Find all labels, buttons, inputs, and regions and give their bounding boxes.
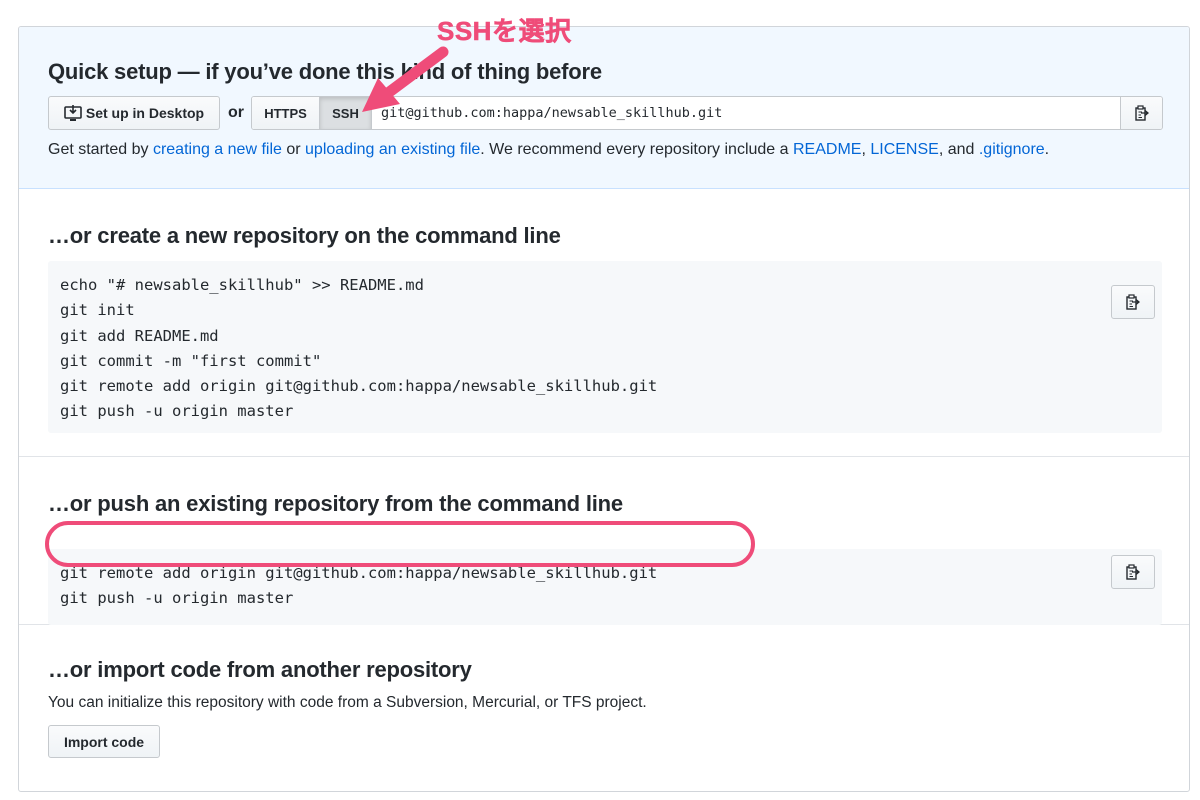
quick-setup-section: Quick setup — if you’ve done this kind o… [19,27,1189,189]
or-text: or [228,104,244,121]
get-started-text: Get started by creating a new file or up… [48,141,1049,159]
copy-push-commands-button[interactable] [1111,555,1155,589]
code-line: git commit -m "first commit" [60,351,322,370]
license-link[interactable]: LICENSE [870,141,938,158]
readme-link[interactable]: README [793,141,861,158]
get-started-prefix: Get started by [48,141,153,158]
get-started-or: or [281,141,306,158]
import-code-button[interactable]: Import code [48,725,160,758]
push-repo-title: …or push an existing repository from the… [48,491,623,516]
clipboard-icon [1126,564,1140,580]
clone-url-input[interactable]: git@github.com:happa/newsable_skillhub.g… [372,97,1120,129]
code-line: git remote add origin git@github.com:hap… [60,377,658,396]
get-started-and: , and [938,141,979,158]
code-line: echo "# newsable_skillhub" >> README.md [60,276,424,294]
get-started-recommend: . We recommend every repository include … [480,141,793,158]
create-repo-title: …or create a new repository on the comma… [48,223,561,248]
copy-url-button[interactable] [1120,97,1162,129]
annotation-arrow-icon [362,46,449,112]
https-tab[interactable]: HTTPS [252,97,320,129]
import-description: You can initialize this repository with … [48,694,647,711]
desktop-download-icon [64,105,82,121]
import-title: …or import code from another repository [48,657,472,682]
code-line: git add README.md [60,326,219,345]
get-started-period: . [1044,141,1050,158]
setup-in-desktop-button[interactable]: Set up in Desktop [48,96,220,130]
create-new-file-link[interactable]: creating a new file [153,141,282,158]
import-section: …or import code from another repository … [19,625,1189,791]
create-repo-section: …or create a new repository on the comma… [19,189,1189,457]
upload-file-link[interactable]: uploading an existing file [305,141,480,158]
annotation-highlight-oval [45,521,755,567]
quick-setup-title: Quick setup — if you’ve done this kind o… [48,59,602,84]
clipboard-icon [1126,294,1140,310]
setup-in-desktop-label: Set up in Desktop [85,105,205,121]
code-line: git init [60,301,135,320]
gitignore-link[interactable]: .gitignore [979,141,1045,158]
quick-setup-panel: Quick setup — if you’ve done this kind o… [18,26,1190,792]
code-line: git push -u origin master [60,402,294,421]
get-started-comma: , [861,141,871,158]
code-line: git push -u origin master [60,589,294,608]
clipboard-icon [1134,105,1149,121]
create-repo-code-block: echo "# newsable_skillhub" >> README.md … [48,261,1162,433]
copy-create-commands-button[interactable] [1111,285,1155,319]
